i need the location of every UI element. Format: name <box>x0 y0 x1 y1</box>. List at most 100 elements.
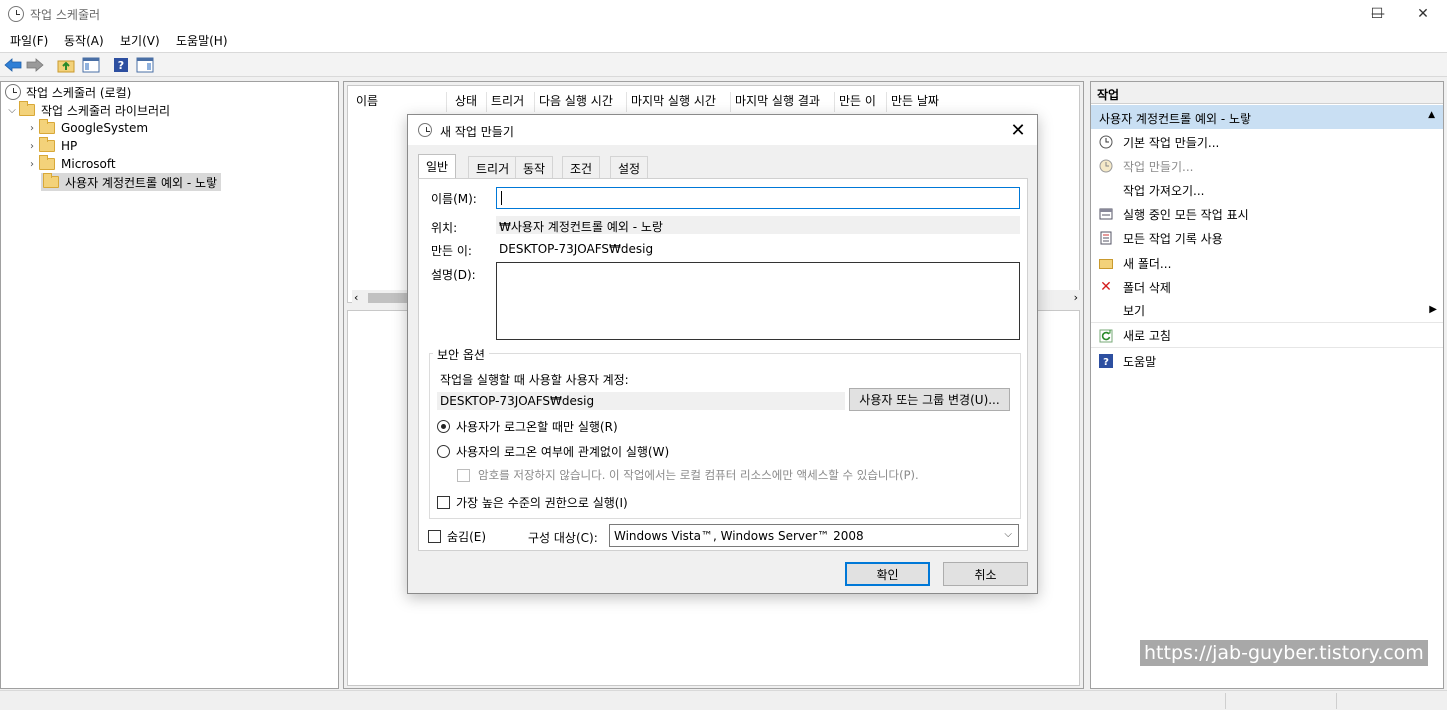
checkbox[interactable] <box>428 530 441 543</box>
radio-unselected[interactable] <box>437 445 450 458</box>
action-new-folder[interactable]: 새 폴더... <box>1091 251 1443 275</box>
account-prompt: 작업을 실행할 때 사용할 사용자 계정: <box>440 373 629 387</box>
checkbox-label: 암호를 저장하지 않습니다. 이 작업에서는 로컬 컴퓨터 리소스에만 액세스할… <box>478 468 919 482</box>
blank-icon <box>1099 183 1113 197</box>
status-bar <box>0 690 1447 710</box>
tree-folder-label: HP <box>61 139 78 153</box>
history-icon <box>1099 231 1113 245</box>
radio-run-logged-on[interactable]: 사용자가 로그온할 때만 실행(R) <box>437 418 618 435</box>
collapse-icon[interactable]: ▲ <box>1428 110 1435 120</box>
scroll-left-icon[interactable]: ‹ <box>354 291 358 304</box>
dialog-title: 새 작업 만들기 <box>440 125 514 139</box>
status-divider <box>1336 693 1337 709</box>
up-folder-icon[interactable] <box>57 56 75 74</box>
tree-folder-label: Microsoft <box>61 157 116 171</box>
dialog-title-bar: 새 작업 만들기 ✕ <box>408 115 1037 145</box>
configure-label: 구성 대상(C): <box>528 531 598 545</box>
menu-help[interactable]: 도움말(H) <box>176 32 228 49</box>
ok-button[interactable]: 확인 <box>845 562 930 586</box>
forward-arrow-icon[interactable] <box>26 56 44 74</box>
action-enable-history[interactable]: 모든 작업 기록 사용 <box>1091 226 1443 250</box>
description-textarea[interactable] <box>496 262 1020 340</box>
name-label: 이름(M): <box>431 192 477 206</box>
action-label: 새로 고침 <box>1123 329 1171 343</box>
menu-file[interactable]: 파일(F) <box>10 32 48 49</box>
column-header-next-run[interactable]: 다음 실행 시간 <box>535 92 627 112</box>
tree-folder-label: GoogleSystem <box>61 121 149 135</box>
chevron-right-icon[interactable]: › <box>25 123 39 134</box>
checkbox-disabled[interactable] <box>457 468 470 482</box>
column-header-status[interactable]: 상태 <box>451 92 487 112</box>
menu-bar: 파일(F) 동작(A) 보기(V) 도움말(H) <box>0 28 1447 52</box>
chevron-down-icon[interactable]: ⌵ <box>5 105 19 116</box>
action-create-task[interactable]: 작업 만들기... <box>1091 154 1443 178</box>
tree-folder-googlesystem[interactable]: › GoogleSystem <box>25 119 148 137</box>
radio-selected[interactable] <box>437 420 450 433</box>
action-label: 폴더 삭제 <box>1123 280 1171 295</box>
chevron-right-icon[interactable]: › <box>25 141 39 152</box>
dialog-close-button[interactable]: ✕ <box>1005 118 1031 142</box>
configure-select[interactable]: Windows Vista™, Windows Server™ 2008 ⌵ <box>609 524 1019 547</box>
action-label: 작업 만들기... <box>1123 159 1194 174</box>
task-scheduler-icon <box>418 123 432 137</box>
tree-folder-microsoft[interactable]: › Microsoft <box>25 155 116 173</box>
change-user-group-button[interactable]: 사용자 또는 그룹 변경(U)... <box>849 388 1010 411</box>
column-header-last-result[interactable]: 마지막 실행 결과 <box>731 92 835 112</box>
new-folder-icon <box>1099 256 1113 270</box>
checkbox[interactable] <box>437 496 450 509</box>
tree-folder-label: 사용자 계정컨트롤 예외 - 노랗 <box>65 175 218 190</box>
column-header-author[interactable]: 만든 이 <box>835 92 887 112</box>
help-icon[interactable]: ? <box>112 56 130 74</box>
running-tasks-icon <box>1099 207 1113 221</box>
checkbox-highest-privileges[interactable]: 가장 높은 수준의 권한으로 실행(I) <box>437 494 628 511</box>
actions-header: 작업 <box>1091 82 1443 104</box>
column-header-created[interactable]: 만든 날짜 <box>887 92 957 112</box>
column-header-name[interactable]: 이름 <box>352 92 447 112</box>
action-show-running-tasks[interactable]: 실행 중인 모든 작업 표시 <box>1091 202 1443 226</box>
checkbox-no-store-password[interactable]: 암호를 저장하지 않습니다. 이 작업에서는 로컬 컴퓨터 리소스에만 액세스할… <box>457 467 919 483</box>
tree-library-label: 작업 스케줄러 라이브러리 <box>41 103 171 118</box>
action-create-basic-task[interactable]: 기본 작업 만들기... <box>1091 130 1443 154</box>
maximize-icon: ☐ <box>1370 6 1384 22</box>
location-label: 위치: <box>431 221 458 235</box>
general-tab-panel: 이름(M): 위치: ₩사용자 계정컨트롤 예외 - 노랑 만든 이: DESK… <box>418 178 1028 551</box>
action-import-task[interactable]: 작업 가져오기... <box>1091 178 1443 202</box>
action-delete-folder[interactable]: ✕ 폴더 삭제 <box>1091 275 1443 299</box>
tree-root[interactable]: 작업 스케줄러 (로컬) <box>5 83 131 101</box>
tab-settings[interactable]: 설정 <box>610 156 649 178</box>
author-label: 만든 이: <box>431 244 472 258</box>
show-hide-action-pane-icon[interactable] <box>136 56 154 74</box>
show-hide-tree-icon[interactable] <box>82 56 100 74</box>
checkbox-hidden[interactable]: 숨김(E) <box>428 528 486 545</box>
status-divider <box>1225 693 1226 709</box>
refresh-icon <box>1099 329 1113 343</box>
configure-select-value: Windows Vista™, Windows Server™ 2008 <box>614 528 864 543</box>
close-button[interactable]: ✕ <box>1400 0 1446 28</box>
name-input[interactable] <box>496 187 1020 209</box>
column-header-trigger[interactable]: 트리거 <box>487 92 535 112</box>
tab-triggers[interactable]: 트리거 <box>468 156 518 178</box>
cancel-button[interactable]: 취소 <box>943 562 1028 586</box>
tree-library[interactable]: ⌵ 작업 스케줄러 라이브러리 <box>5 101 170 119</box>
chevron-right-icon[interactable]: › <box>25 159 39 170</box>
action-help[interactable]: ? 도움말 <box>1091 349 1443 373</box>
tab-conditions[interactable]: 조건 <box>562 156 601 178</box>
menu-action[interactable]: 동작(A) <box>64 32 104 49</box>
radio-run-any[interactable]: 사용자의 로그온 여부에 관계없이 실행(W) <box>437 443 669 460</box>
action-refresh[interactable]: 새로 고침 <box>1091 324 1443 348</box>
tree-root-label: 작업 스케줄러 (로컬) <box>26 85 132 100</box>
tree-folder-hp[interactable]: › HP <box>25 137 77 155</box>
back-arrow-icon[interactable] <box>4 56 22 74</box>
console-tree: 작업 스케줄러 (로컬) ⌵ 작업 스케줄러 라이브러리 › GoogleSys… <box>0 81 339 689</box>
menu-view[interactable]: 보기(V) <box>120 32 160 49</box>
tab-general[interactable]: 일반 <box>418 154 457 179</box>
checkbox-label: 숨김(E) <box>447 530 487 544</box>
delete-icon: ✕ <box>1100 279 1112 295</box>
actions-section-header[interactable]: 사용자 계정컨트롤 예외 - 노랗 ▲ <box>1091 105 1443 129</box>
tree-folder-uac-exception[interactable]: 사용자 계정컨트롤 예외 - 노랗 <box>41 173 222 191</box>
scroll-right-icon[interactable]: › <box>1074 291 1078 304</box>
action-view[interactable]: 보기 ▶ <box>1091 299 1443 323</box>
column-header-last-run[interactable]: 마지막 실행 시간 <box>627 92 731 112</box>
tab-actions[interactable]: 동작 <box>515 156 554 178</box>
radio-label: 사용자의 로그온 여부에 관계없이 실행(W) <box>456 445 670 459</box>
